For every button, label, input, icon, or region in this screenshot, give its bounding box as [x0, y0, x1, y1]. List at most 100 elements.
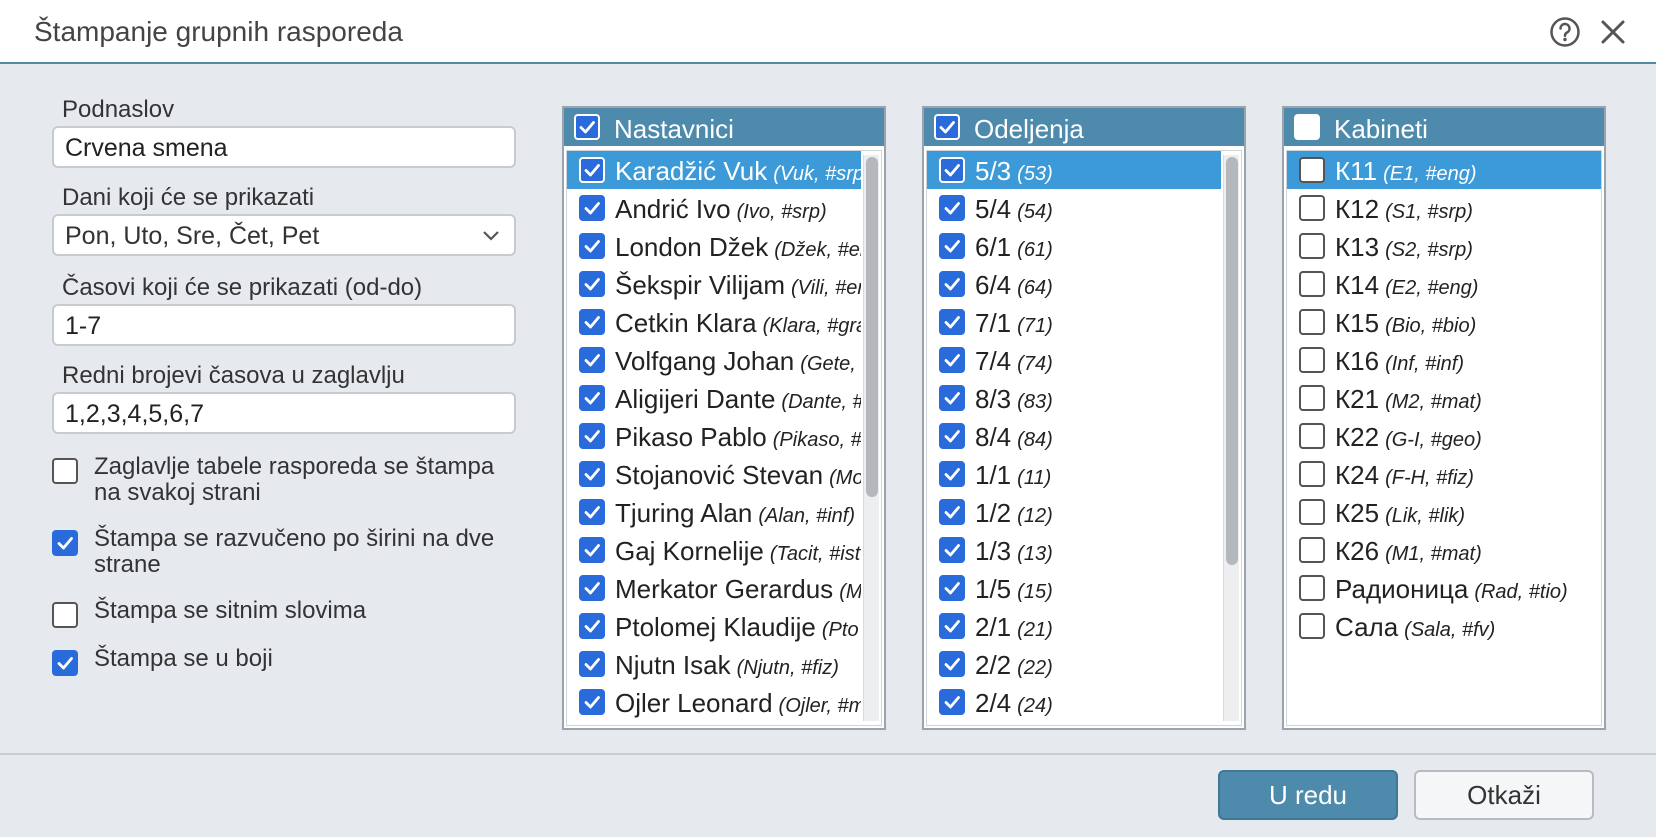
list-item[interactable]: London Džek(Džek, #en	[567, 227, 861, 265]
list-item[interactable]: Радионица (Rad, #tio)	[1287, 569, 1601, 607]
item-checkbox[interactable]	[579, 575, 605, 601]
list-item[interactable]: К26 (M1, #mat)	[1287, 531, 1601, 569]
item-checkbox[interactable]	[1299, 271, 1325, 297]
list-item[interactable]: Karadžić Vuk (Vuk, #srp)	[567, 151, 861, 189]
list-item[interactable]: 7/4 (74)	[927, 341, 1221, 379]
list-item[interactable]: К21 (M2, #mat)	[1287, 379, 1601, 417]
option-checkbox[interactable]	[52, 602, 78, 628]
item-checkbox[interactable]	[1299, 537, 1325, 563]
list-item[interactable]: Ptolomej Klaudije (Pto	[567, 607, 861, 645]
item-checkbox[interactable]	[579, 537, 605, 563]
scrollbar-thumb[interactable]	[1226, 157, 1238, 565]
list-item[interactable]: 5/3 (53)	[927, 151, 1221, 189]
item-checkbox[interactable]	[939, 347, 965, 373]
list-item[interactable]: Pikaso Pablo (Pikaso, #	[567, 417, 861, 455]
item-checkbox[interactable]	[579, 233, 605, 259]
list-item[interactable]: 1/5 (15)	[927, 569, 1221, 607]
list-item[interactable]: Njutn Isak (Njutn, #fiz)	[567, 645, 861, 683]
item-checkbox[interactable]	[579, 157, 605, 183]
item-checkbox[interactable]	[939, 385, 965, 411]
cancel-button[interactable]: Otkaži	[1414, 770, 1594, 820]
list-item[interactable]: 1/1 (11)	[927, 455, 1221, 493]
item-checkbox[interactable]	[1299, 613, 1325, 639]
days-select[interactable]: Pon, Uto, Sre, Čet, Pet	[52, 214, 516, 256]
list-item[interactable]: 2/4 (24)	[927, 683, 1221, 721]
list-item[interactable]: Gaj Kornelije (Tacit, #ist	[567, 531, 861, 569]
option-checkbox[interactable]	[52, 530, 78, 556]
item-checkbox[interactable]	[939, 271, 965, 297]
item-checkbox[interactable]	[579, 195, 605, 221]
item-checkbox[interactable]	[1299, 385, 1325, 411]
item-checkbox[interactable]	[579, 651, 605, 677]
list-item[interactable]: 2/1 (21)	[927, 607, 1221, 645]
item-checkbox[interactable]	[579, 271, 605, 297]
list-item[interactable]: 1/3 (13)	[927, 531, 1221, 569]
select-all-checkbox[interactable]	[574, 114, 600, 140]
list-item[interactable]: 1/2 (12)	[927, 493, 1221, 531]
scrollbar[interactable]	[863, 155, 879, 721]
subtitle-input[interactable]: Crvena smena	[52, 126, 516, 168]
list-item[interactable]: К25 (Lik, #lik)	[1287, 493, 1601, 531]
item-checkbox[interactable]	[579, 613, 605, 639]
scrollbar-thumb[interactable]	[866, 157, 878, 497]
select-all-checkbox[interactable]	[934, 114, 960, 140]
item-checkbox[interactable]	[1299, 157, 1325, 183]
lesson-numbers-input[interactable]: 1,2,3,4,5,6,7	[52, 392, 516, 434]
list-item[interactable]: 6/1 (61)	[927, 227, 1221, 265]
item-checkbox[interactable]	[939, 309, 965, 335]
item-checkbox[interactable]	[939, 233, 965, 259]
list-item[interactable]: Aligijeri Dante (Dante, #	[567, 379, 861, 417]
list-item[interactable]: Volfgang Johan(Gete, #	[567, 341, 861, 379]
list-item[interactable]: К12 (S1, #srp)	[1287, 189, 1601, 227]
option-checkbox[interactable]	[52, 650, 78, 676]
list-item[interactable]: К16 (Inf, #inf)	[1287, 341, 1601, 379]
list-item[interactable]: К13 (S2, #srp)	[1287, 227, 1601, 265]
list-item[interactable]: 6/4 (64)	[927, 265, 1221, 303]
item-checkbox[interactable]	[939, 537, 965, 563]
item-checkbox[interactable]	[1299, 309, 1325, 335]
item-checkbox[interactable]	[1299, 575, 1325, 601]
list-item[interactable]: Cetkin Klara (Klara, #gra	[567, 303, 861, 341]
list-item[interactable]: Stojanović Stevan (Mo	[567, 455, 861, 493]
item-checkbox[interactable]	[579, 385, 605, 411]
item-checkbox[interactable]	[1299, 233, 1325, 259]
help-circle-icon[interactable]	[1549, 16, 1581, 48]
item-checkbox[interactable]	[939, 423, 965, 449]
list-item[interactable]: К14 (E2, #eng)	[1287, 265, 1601, 303]
item-checkbox[interactable]	[939, 195, 965, 221]
list-item[interactable]: Šekspir Vilijam (Vili, #en	[567, 265, 861, 303]
item-checkbox[interactable]	[579, 347, 605, 373]
item-checkbox[interactable]	[939, 575, 965, 601]
list-item[interactable]: 2/2 (22)	[927, 645, 1221, 683]
item-checkbox[interactable]	[579, 423, 605, 449]
item-checkbox[interactable]	[939, 461, 965, 487]
list-item[interactable]: Merkator Gerardus(Me	[567, 569, 861, 607]
scrollbar[interactable]	[1223, 155, 1239, 721]
option-checkbox[interactable]	[52, 458, 78, 484]
hours-input[interactable]: 1-7	[52, 304, 516, 346]
list-item[interactable]: Andrić Ivo (Ivo, #srp)	[567, 189, 861, 227]
item-checkbox[interactable]	[939, 613, 965, 639]
item-checkbox[interactable]	[1299, 195, 1325, 221]
select-all-checkbox[interactable]	[1294, 114, 1320, 140]
item-checkbox[interactable]	[579, 309, 605, 335]
list-item[interactable]: К15 (Bio, #bio)	[1287, 303, 1601, 341]
item-checkbox[interactable]	[939, 157, 965, 183]
item-checkbox[interactable]	[939, 689, 965, 715]
list-item[interactable]: 8/3 (83)	[927, 379, 1221, 417]
item-checkbox[interactable]	[1299, 461, 1325, 487]
panel-list[interactable]: 5/3 (53) 5/4 (54) 6/1 (61) 6/4 (64) 7/1 (71) 7/4 (7…	[926, 150, 1242, 726]
list-item[interactable]: Ojler Leonard (Ojler, #m	[567, 683, 861, 721]
ok-button[interactable]: U redu	[1218, 770, 1398, 820]
item-checkbox[interactable]	[939, 651, 965, 677]
close-icon[interactable]	[1598, 17, 1628, 47]
item-checkbox[interactable]	[1299, 499, 1325, 525]
list-item[interactable]: Tjuring Alan (Alan, #inf)	[567, 493, 861, 531]
panel-list[interactable]: Karadžić Vuk (Vuk, #srp) Andrić Ivo (Ivo, #…	[566, 150, 882, 726]
item-checkbox[interactable]	[1299, 347, 1325, 373]
list-item[interactable]: К11 (E1, #eng)	[1287, 151, 1601, 189]
item-checkbox[interactable]	[579, 689, 605, 715]
list-item[interactable]: 5/4 (54)	[927, 189, 1221, 227]
list-item[interactable]: К24 (F-H, #fiz)	[1287, 455, 1601, 493]
item-checkbox[interactable]	[939, 499, 965, 525]
